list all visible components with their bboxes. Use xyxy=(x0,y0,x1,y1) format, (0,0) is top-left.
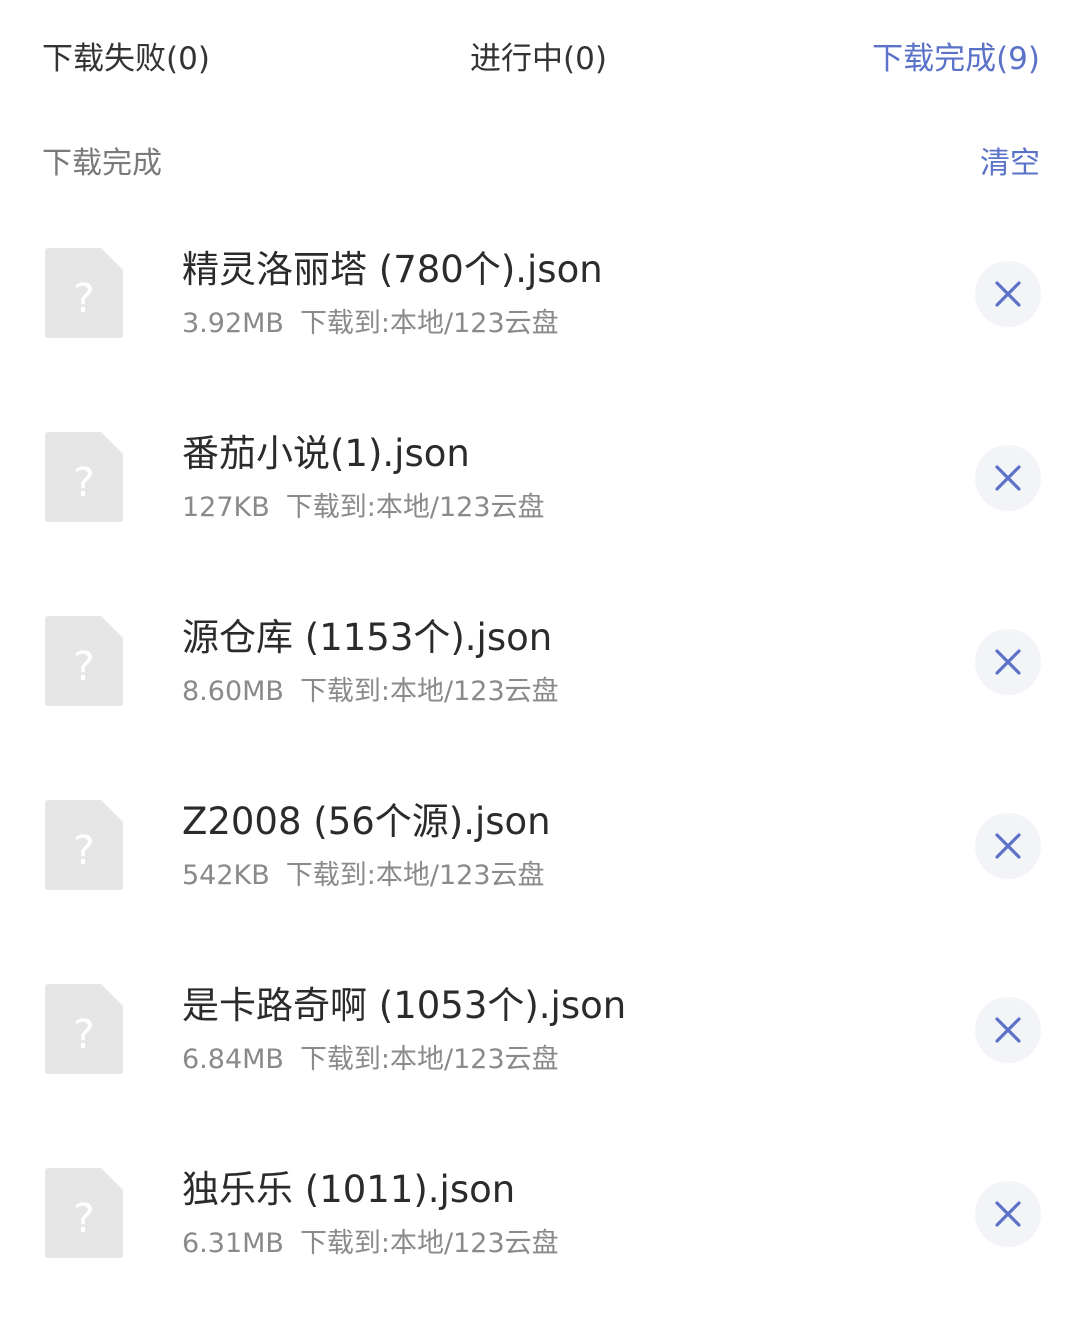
unknown-file-icon: ? xyxy=(45,616,123,706)
list-item[interactable]: ? 独乐乐 (1011).json 6.31MB 下载到:本地/123云盘 xyxy=(0,1122,1080,1306)
clear-button[interactable]: 清空 xyxy=(980,143,1040,185)
file-meta: 542KB 下载到:本地/123云盘 xyxy=(182,857,545,895)
file-list: ? 精灵洛丽塔 (780个).json 3.92MB 下载到:本地/123云盘 ?… xyxy=(0,202,1080,1306)
file-size: 542KB xyxy=(182,860,270,891)
close-icon xyxy=(995,649,1021,675)
close-icon xyxy=(995,465,1021,491)
file-meta: 3.92MB 下载到:本地/123云盘 xyxy=(182,305,559,343)
close-icon xyxy=(995,281,1021,307)
list-item[interactable]: ? 是卡路奇啊 (1053个).json 6.84MB 下载到:本地/123云盘 xyxy=(0,938,1080,1122)
tab-completed[interactable]: 下载完成(9) xyxy=(872,38,1040,80)
svg-text:?: ? xyxy=(73,1012,94,1058)
list-item[interactable]: ? Z2008 (56个源).json 542KB 下载到:本地/123云盘 xyxy=(0,754,1080,938)
file-name: 独乐乐 (1011).json xyxy=(182,1168,516,1211)
unknown-file-icon: ? xyxy=(45,248,123,338)
unknown-file-icon: ? xyxy=(45,800,123,890)
download-tabs: 下载失败(0) 进行中(0) 下载完成(9) xyxy=(0,0,1080,118)
close-icon xyxy=(995,833,1021,859)
svg-text:?: ? xyxy=(73,460,94,506)
remove-button[interactable] xyxy=(975,997,1041,1063)
file-size: 6.31MB xyxy=(182,1228,284,1259)
file-name: 源仓库 (1153个).json xyxy=(182,616,553,659)
file-name: 精灵洛丽塔 (780个).json xyxy=(182,248,603,291)
file-destination: 下载到:本地/123云盘 xyxy=(285,492,545,523)
svg-text:?: ? xyxy=(73,1196,94,1242)
file-meta: 127KB 下载到:本地/123云盘 xyxy=(182,489,545,527)
file-meta: 6.31MB 下载到:本地/123云盘 xyxy=(182,1225,559,1263)
file-size: 6.84MB xyxy=(182,1044,284,1075)
file-destination: 下载到:本地/123云盘 xyxy=(285,860,545,891)
section-title: 下载完成 xyxy=(42,146,162,181)
file-name: 是卡路奇啊 (1053个).json xyxy=(182,984,627,1027)
close-icon xyxy=(995,1201,1021,1227)
svg-text:?: ? xyxy=(73,644,94,690)
unknown-file-icon: ? xyxy=(45,432,123,522)
file-name: 番茄小说(1).json xyxy=(182,432,470,475)
file-destination: 下载到:本地/123云盘 xyxy=(299,308,559,339)
remove-button[interactable] xyxy=(975,629,1041,695)
file-destination: 下载到:本地/123云盘 xyxy=(299,1044,559,1075)
close-icon xyxy=(995,1017,1021,1043)
remove-button[interactable] xyxy=(975,813,1041,879)
file-destination: 下载到:本地/123云盘 xyxy=(299,1228,559,1259)
svg-text:?: ? xyxy=(73,828,94,874)
tab-failed[interactable]: 下载失败(0) xyxy=(42,38,210,80)
file-meta: 8.60MB 下载到:本地/123云盘 xyxy=(182,673,559,711)
remove-button[interactable] xyxy=(975,445,1041,511)
file-size: 127KB xyxy=(182,492,270,523)
list-item[interactable]: ? 源仓库 (1153个).json 8.60MB 下载到:本地/123云盘 xyxy=(0,570,1080,754)
file-size: 8.60MB xyxy=(182,676,284,707)
remove-button[interactable] xyxy=(975,1181,1041,1247)
list-item[interactable]: ? 番茄小说(1).json 127KB 下载到:本地/123云盘 xyxy=(0,386,1080,570)
file-name: Z2008 (56个源).json xyxy=(182,800,551,843)
svg-text:?: ? xyxy=(73,276,94,322)
unknown-file-icon: ? xyxy=(45,984,123,1074)
unknown-file-icon: ? xyxy=(45,1168,123,1258)
file-size: 3.92MB xyxy=(182,308,284,339)
file-destination: 下载到:本地/123云盘 xyxy=(299,676,559,707)
download-manager: 下载失败(0) 进行中(0) 下载完成(9) 下载完成 清空 ? 精灵洛丽塔 (… xyxy=(0,0,1080,1327)
list-item[interactable]: ? 精灵洛丽塔 (780个).json 3.92MB 下载到:本地/123云盘 xyxy=(0,202,1080,386)
tab-in-progress[interactable]: 进行中(0) xyxy=(470,38,607,80)
remove-button[interactable] xyxy=(975,261,1041,327)
file-meta: 6.84MB 下载到:本地/123云盘 xyxy=(182,1041,559,1079)
